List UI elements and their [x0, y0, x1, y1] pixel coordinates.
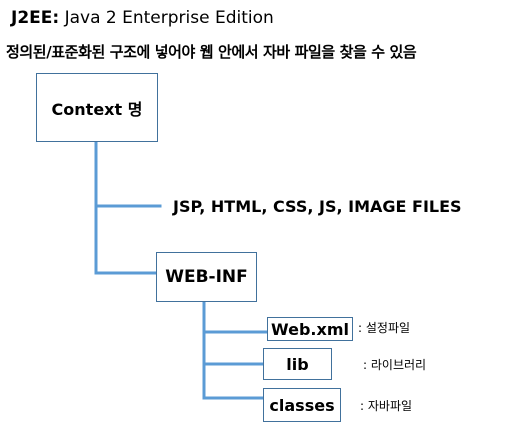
context-node: Context 명 [36, 73, 158, 142]
webinf-label: WEB-INF [165, 267, 248, 287]
classes-node: classes [263, 388, 341, 422]
classes-label: classes [269, 395, 335, 415]
webinf-node: WEB-INF [156, 252, 257, 302]
classes-note: : 자바파일 [360, 399, 413, 413]
context-label: Context 명 [51, 99, 143, 119]
tree-connectors [94, 140, 268, 400]
lib-note: : 라이브러리 [363, 358, 427, 372]
webxml-note: : 설정파일 [358, 321, 411, 335]
files-node: JSP, HTML, CSS, JS, IMAGE FILES [173, 197, 462, 216]
webxml-node: Web.xml [267, 317, 353, 341]
lib-label: lib [286, 354, 309, 374]
webxml-label: Web.xml [271, 319, 349, 339]
lib-node: lib [263, 348, 332, 380]
